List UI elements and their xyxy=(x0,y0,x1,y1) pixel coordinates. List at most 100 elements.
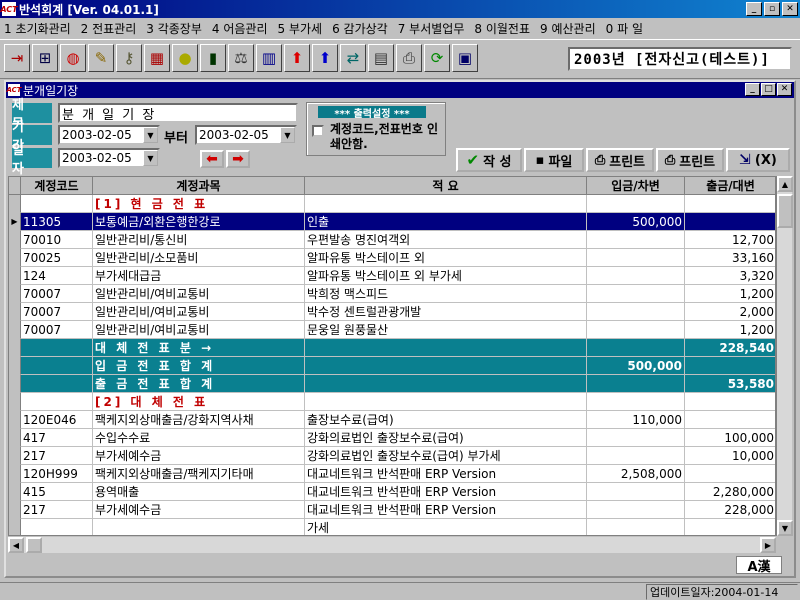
account-title-cell[interactable]: 출 금 전 표 합 계 xyxy=(93,375,305,393)
table-row[interactable]: ▶ 11305 보통예금/외환은행한강로 인출 500,000 xyxy=(9,213,775,231)
credit-cell[interactable]: 53,580 xyxy=(685,375,775,393)
coin-icon[interactable]: ● xyxy=(172,44,198,72)
account-title-cell[interactable]: 부가세대급금 xyxy=(93,267,305,285)
description-cell[interactable] xyxy=(305,195,587,213)
table-row[interactable]: 120E046 팩케지외상매출금/강화지역사채 출장보수료(급여) 110,000 xyxy=(9,411,775,429)
description-cell[interactable]: 문웅일 원풍물산 xyxy=(305,321,587,339)
account-title-cell[interactable]: 일반관리비/여비교통비 xyxy=(93,303,305,321)
table-row[interactable]: 70007 일반관리비/여비교통비 문웅일 원풍물산 1,200 xyxy=(9,321,775,339)
description-cell[interactable]: 대교네트워크 반석판매 ERP Version xyxy=(305,465,587,483)
credit-cell[interactable]: 1,200 xyxy=(685,285,775,303)
up-arrow-blue-icon[interactable]: ⬆ xyxy=(312,44,338,72)
next-date-button[interactable]: ➡ xyxy=(226,150,250,168)
current-row-pointer-icon[interactable]: ▶ xyxy=(9,213,21,231)
account-title-cell[interactable] xyxy=(93,519,305,535)
table-row[interactable]: 415 용역매출 대교네트워크 반석판매 ERP Version 2,280,000 xyxy=(9,483,775,501)
account-code-cell[interactable] xyxy=(21,393,93,411)
table-row[interactable]: 70010 일반관리비/통신비 우편발송 명진여객외 12,700 xyxy=(9,231,775,249)
credit-cell[interactable]: 2,000 xyxy=(685,303,775,321)
description-cell[interactable]: 박수정 센트럴관광개발 xyxy=(305,303,587,321)
abacus-icon[interactable]: ▦ xyxy=(144,44,170,72)
account-title-cell[interactable]: 팩케지외상매출금/강화지역사채 xyxy=(93,411,305,429)
account-code-cell[interactable]: 120E046 xyxy=(21,411,93,429)
account-code-cell[interactable]: 11305 xyxy=(21,213,93,231)
exit-icon[interactable]: ⇥ xyxy=(4,44,30,72)
debit-cell[interactable]: 500,000 xyxy=(587,213,685,231)
table-row[interactable]: 70025 일반관리비/소모품비 알파유통 박스테이프 외 33,160 xyxy=(9,249,775,267)
grid-horizontal-scrollbar[interactable]: ◀ ▶ xyxy=(8,537,776,553)
dropdown-arrow-icon[interactable]: ▼ xyxy=(143,150,158,166)
credit-cell[interactable] xyxy=(685,393,775,411)
account-title-cell[interactable]: 일반관리비/통신비 xyxy=(93,231,305,249)
debit-cell[interactable] xyxy=(587,501,685,519)
account-code-cell[interactable]: 217 xyxy=(21,501,93,519)
debit-cell[interactable] xyxy=(587,375,685,393)
table-row[interactable]: 217 부가세예수금 대교네트워크 반석판매 ERP Version 228,000 xyxy=(9,501,775,519)
hide-codes-checkbox[interactable] xyxy=(312,125,324,137)
refresh-icon[interactable]: ⟳ xyxy=(424,44,450,72)
row-indicator-cell[interactable] xyxy=(9,447,21,465)
scroll-thumb[interactable] xyxy=(777,194,793,228)
credit-cell[interactable] xyxy=(685,411,775,429)
menu-item-voucher[interactable]: 2 전표관리 xyxy=(81,20,137,37)
menu-item-depreciation[interactable]: 6 감가상각 xyxy=(332,20,388,37)
account-code-cell[interactable]: 70007 xyxy=(21,321,93,339)
building-icon[interactable]: ▥ xyxy=(256,44,282,72)
books-icon[interactable]: ▮ xyxy=(200,44,226,72)
description-cell[interactable]: 알파유통 박스테이프 외 부가세 xyxy=(305,267,587,285)
globe-icon[interactable]: ◍ xyxy=(60,44,86,72)
hscroll-thumb[interactable] xyxy=(26,537,42,553)
debit-cell[interactable] xyxy=(587,303,685,321)
credit-cell[interactable] xyxy=(685,213,775,231)
row-indicator-cell[interactable] xyxy=(9,267,21,285)
scroll-down-icon[interactable]: ▼ xyxy=(777,520,793,536)
child-maximize-icon[interactable]: □ xyxy=(761,83,776,96)
description-cell[interactable] xyxy=(305,357,587,375)
row-indicator-cell[interactable] xyxy=(9,429,21,447)
account-title-cell[interactable]: 입 금 전 표 합 계 xyxy=(93,357,305,375)
credit-cell[interactable] xyxy=(685,519,775,535)
account-code-cell[interactable]: 124 xyxy=(21,267,93,285)
summary-row[interactable]: 출 금 전 표 합 계 53,580 xyxy=(9,375,775,393)
scroll-left-icon[interactable]: ◀ xyxy=(8,537,24,553)
debit-cell[interactable] xyxy=(587,393,685,411)
account-title-cell[interactable]: 용역매출 xyxy=(93,483,305,501)
journal-grid[interactable]: 계정코드 계정과목 적 요 입금/차변 출금/대변 [1] 현 금 전 표 ▶ 11… xyxy=(8,176,776,536)
account-code-cell[interactable]: 120H999 xyxy=(21,465,93,483)
ime-indicator[interactable]: A漢 xyxy=(736,556,782,575)
menu-item-vat[interactable]: 5 부가세 xyxy=(278,20,323,37)
account-code-cell[interactable]: 417 xyxy=(21,429,93,447)
close-icon[interactable]: ✕ xyxy=(782,2,798,16)
scroll-up-icon[interactable]: ▲ xyxy=(777,176,793,192)
table-row[interactable]: 120H999 팩케지외상매출금/팩케지기타매 대교네트워크 반석판매 ERP Ve… xyxy=(9,465,775,483)
description-cell[interactable]: 우편발송 명진여객외 xyxy=(305,231,587,249)
debit-cell[interactable] xyxy=(587,447,685,465)
dropdown-arrow-icon[interactable]: ▼ xyxy=(280,127,295,143)
row-indicator-cell[interactable] xyxy=(9,303,21,321)
row-indicator-cell[interactable] xyxy=(9,357,21,375)
credit-cell[interactable]: 100,000 xyxy=(685,429,775,447)
table-row[interactable]: 70007 일반관리비/여비교통비 박희정 맥스피드 1,200 xyxy=(9,285,775,303)
row-indicator-cell[interactable] xyxy=(9,285,21,303)
header-account-code[interactable]: 계정코드 xyxy=(21,177,93,195)
row-indicator-cell[interactable] xyxy=(9,465,21,483)
debit-cell[interactable] xyxy=(587,231,685,249)
scroll-right-icon[interactable]: ▶ xyxy=(760,537,776,553)
account-title-cell[interactable]: 팩케지외상매출금/팩케지기타매 xyxy=(93,465,305,483)
debit-cell[interactable] xyxy=(587,429,685,447)
debit-cell[interactable] xyxy=(587,321,685,339)
summary-row[interactable]: 입 금 전 표 합 계 500,000 xyxy=(9,357,775,375)
close-window-button[interactable]: ⇲ (X) xyxy=(726,148,790,172)
menu-item-budget[interactable]: 9 예산관리 xyxy=(540,20,596,37)
account-code-cell[interactable] xyxy=(21,375,93,393)
child-close-icon[interactable]: ✕ xyxy=(777,83,792,96)
printer-icon[interactable]: ⎙ xyxy=(396,44,422,72)
scale-icon[interactable]: ⚖ xyxy=(228,44,254,72)
period-from-select[interactable]: 2003-02-05 ▼ xyxy=(58,125,160,145)
row-indicator-cell[interactable] xyxy=(9,321,21,339)
account-title-cell[interactable]: 일반관리비/여비교통비 xyxy=(93,321,305,339)
row-indicator-cell[interactable] xyxy=(9,483,21,501)
table-row[interactable]: 417 수입수수료 강화의료법인 출장보수료(급여) 100,000 xyxy=(9,429,775,447)
row-indicator-cell[interactable] xyxy=(9,501,21,519)
description-cell[interactable] xyxy=(305,393,587,411)
